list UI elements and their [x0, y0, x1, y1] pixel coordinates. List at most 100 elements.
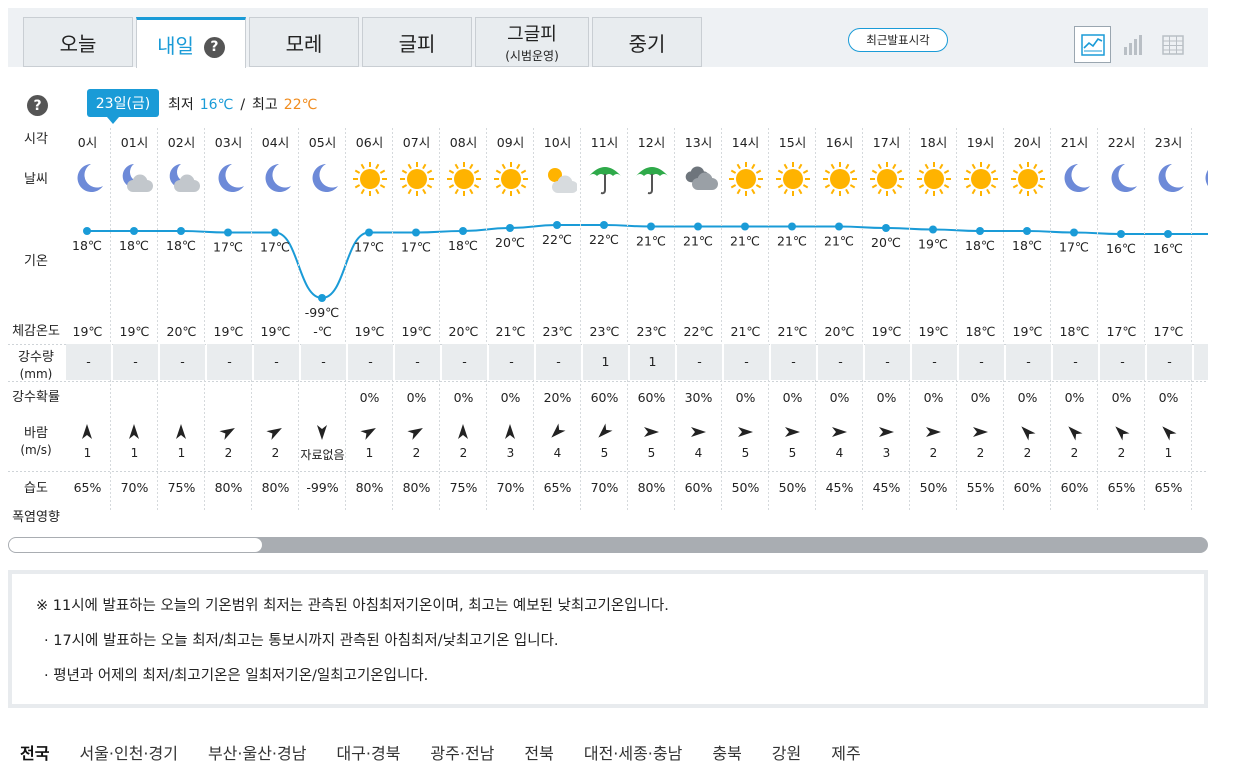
note-text: · 17시에 발표하는 오늘 최저/최고는 통보시까지 관측된 아침최저/낮최고… — [44, 633, 559, 649]
humidity: 60% — [1060, 480, 1089, 495]
region-link-national[interactable]: 전국 — [20, 740, 49, 764]
table-icon[interactable] — [1154, 26, 1191, 63]
region-link[interactable]: 부산·울산·경남 — [208, 740, 307, 764]
wind-speed: 3 — [506, 446, 515, 460]
feels-like: 20℃ — [448, 324, 479, 339]
region-link[interactable]: 대구·경북 — [336, 740, 400, 764]
precip-amount: - — [348, 344, 393, 380]
tab-day-after[interactable]: 모레 — [249, 17, 359, 67]
help-icon[interactable]: ? — [27, 95, 48, 116]
separator: / — [240, 97, 246, 113]
precip-probability: 0% — [1017, 390, 1038, 405]
wind-speed: 1 — [365, 446, 374, 460]
latest-release-button[interactable]: 최근발표시각 — [848, 28, 948, 52]
hour-column: 12시 23℃ 1 60% 5 80% — [628, 128, 675, 510]
region-link[interactable]: 충북 — [712, 740, 741, 764]
note-text: ※ 11시에 발표하는 오늘의 기온범위 최저는 관측된 아침최저기온이며, 최… — [36, 598, 669, 614]
max-label: 최고 — [252, 97, 278, 113]
precip-amount: - — [818, 344, 863, 380]
wind-direction-icon — [1111, 422, 1131, 442]
wind-speed: 1 — [1164, 446, 1173, 460]
row-label-time: 시각 — [24, 132, 48, 147]
precip-probability: 0% — [453, 390, 474, 405]
tab-today[interactable]: 오늘 — [23, 17, 133, 67]
sun-icon — [445, 160, 483, 198]
wind-speed: 5 — [647, 446, 656, 460]
wind-direction-icon — [77, 422, 97, 442]
feels-like: 19℃ — [354, 324, 385, 339]
horizontal-scrollbar[interactable] — [8, 537, 1208, 553]
precip-amount: - — [1100, 344, 1145, 380]
hour-label: 07시 — [402, 135, 431, 150]
wind-speed: 1 — [83, 446, 92, 460]
humidity: 50% — [731, 480, 760, 495]
region-link[interactable]: 대전·세종·충남 — [584, 740, 683, 764]
tab-tomorrow[interactable]: 내일? — [136, 17, 246, 68]
feels-like: 20℃ — [824, 324, 855, 339]
scrollbar-thumb[interactable] — [9, 538, 262, 552]
precip-probability: 0% — [1158, 390, 1179, 405]
precip-amount: - — [301, 344, 346, 380]
sun-icon — [351, 160, 389, 198]
hour-column: 0 1 - 0 1 7 — [1192, 128, 1208, 510]
wind-direction-icon — [876, 422, 896, 442]
hour-label: 17시 — [872, 135, 901, 150]
hour-label: 06시 — [355, 135, 384, 150]
precip-amount: - — [442, 344, 487, 380]
region-link[interactable]: 강원 — [772, 740, 801, 764]
humidity: 50% — [778, 480, 807, 495]
tab-4days[interactable]: 그글피 (시범운영) — [475, 17, 589, 67]
precip-amount: - — [160, 344, 205, 380]
tab-3days[interactable]: 글피 — [362, 17, 472, 67]
sun-icon — [492, 160, 530, 198]
hour-column: 20시 19℃ - 0% 2 60% — [1004, 128, 1051, 510]
feels-like: 19℃ — [72, 324, 103, 339]
wind-unit: (m/s) — [20, 443, 52, 457]
wind-speed: 2 — [976, 446, 985, 460]
notes-box: ※ 11시에 발표하는 오늘의 기온범위 최저는 관측된 아침최저기온이며, 최… — [8, 570, 1208, 708]
tab-label: 글피 — [398, 31, 436, 56]
wind-direction-icon — [218, 422, 238, 442]
hour-label: 03시 — [214, 135, 243, 150]
sun-icon — [962, 160, 1000, 198]
humidity: 65% — [1154, 480, 1183, 495]
precip-probability: 0% — [735, 390, 756, 405]
precip-amount: - — [771, 344, 816, 380]
help-icon[interactable]: ? — [203, 36, 225, 58]
bar-chart-icon[interactable] — [1114, 26, 1151, 63]
row-label-precip: 강수량 (mm) — [8, 350, 64, 382]
precip-amount: - — [1147, 344, 1192, 380]
wind-direction-icon — [453, 422, 473, 442]
hour-column: 07시 19℃ - 0% 2 80% — [393, 128, 440, 510]
moon-icon — [1197, 160, 1208, 198]
region-link[interactable]: 전북 — [524, 740, 553, 764]
humidity: -99% — [306, 480, 339, 495]
hour-label: 21시 — [1060, 135, 1089, 150]
region-link[interactable]: 서울·인천·경기 — [79, 740, 178, 764]
hour-column: 21시 18℃ - 0% 2 60% — [1051, 128, 1098, 510]
wind-direction-icon — [124, 422, 144, 442]
moon-icon — [1056, 160, 1094, 198]
humidity: 70% — [496, 480, 525, 495]
hour-column: 17시 19℃ - 0% 3 45% — [863, 128, 910, 510]
humidity: 60% — [684, 480, 713, 495]
wind-direction-icon — [547, 422, 567, 442]
tab-label: 내일 — [157, 33, 194, 58]
precip-amount: - — [959, 344, 1004, 380]
wind-direction-icon — [359, 422, 379, 442]
humidity: 50% — [919, 480, 948, 495]
tab-midterm[interactable]: 중기 — [592, 17, 702, 67]
hour-label: 23시 — [1154, 135, 1183, 150]
humidity: 80% — [402, 480, 431, 495]
humidity: 65% — [543, 480, 572, 495]
precip-amount: - — [113, 344, 158, 380]
region-link[interactable]: 광주·전남 — [430, 740, 494, 764]
graph-view-icon[interactable] — [1074, 26, 1111, 63]
precip-amount: - — [724, 344, 769, 380]
humidity: 70% — [590, 480, 619, 495]
region-link[interactable]: 제주 — [831, 740, 860, 764]
feels-like: 19℃ — [260, 324, 291, 339]
feels-like: 20℃ — [166, 324, 197, 339]
precip-amount: - — [66, 344, 111, 380]
row-label-wind: 바람 (m/s) — [8, 426, 64, 458]
